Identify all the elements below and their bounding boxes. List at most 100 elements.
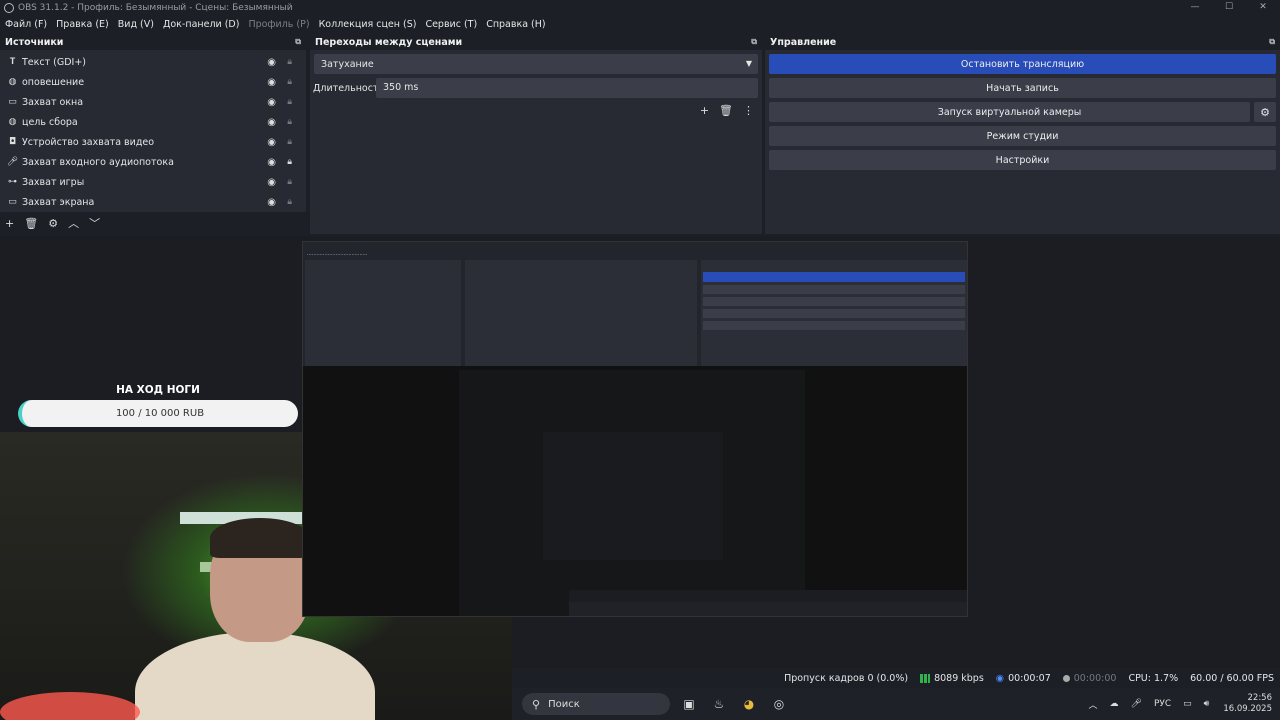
- virtual-camera-gear-icon[interactable]: ⚙: [1254, 102, 1276, 122]
- obs-logo-icon: [4, 2, 14, 13]
- settings-button[interactable]: Настройки: [769, 150, 1276, 170]
- more-options-icon[interactable]: ⋮: [743, 104, 754, 117]
- start-virtual-camera-button[interactable]: Запуск виртуальной камеры: [769, 102, 1250, 122]
- maximize-button[interactable]: ☐: [1212, 0, 1246, 15]
- source-item[interactable]: 🎤︎ Захват входного аудиопотока ◉ 🔒︎: [0, 152, 306, 172]
- visibility-eye-icon[interactable]: ◉: [267, 177, 276, 188]
- monitor-icon: ▭: [8, 197, 17, 207]
- transition-toolbar: + 🗑︎ ⋮: [690, 104, 754, 117]
- cloud-icon[interactable]: ☁: [1110, 699, 1119, 709]
- nested-button: [703, 309, 965, 318]
- stream-timer: ◉ 00:00:07: [996, 673, 1051, 684]
- stream-icon: ◉: [995, 672, 1005, 684]
- transitions-dock: Переходы между сценами ⧉ Затухание ▼ Дли…: [310, 34, 762, 234]
- lock-icon[interactable]: 🔒︎: [287, 137, 292, 147]
- start-record-button[interactable]: Начать запись: [769, 78, 1276, 98]
- undock-icon[interactable]: ⧉: [295, 37, 301, 47]
- obs-taskbar-icon[interactable]: ◎: [768, 693, 790, 715]
- menu-docks[interactable]: Док-панели (D): [163, 19, 239, 30]
- close-button[interactable]: ✕: [1246, 0, 1280, 15]
- nested-obs-capture: ······································: [302, 241, 968, 617]
- window-titlebar: OBS 31.1.2 - Профиль: Безымянный - Сцены…: [0, 0, 1280, 15]
- add-transition-icon[interactable]: +: [700, 104, 709, 117]
- lock-icon[interactable]: 🔒︎: [287, 57, 292, 67]
- source-label: цель сбора: [22, 116, 78, 128]
- microphone-icon: 🎤︎: [6, 157, 19, 167]
- nested-sources-panel: [305, 260, 461, 366]
- source-label: Захват окна: [22, 96, 84, 108]
- menu-file[interactable]: Файл (F): [5, 19, 47, 30]
- undock-icon[interactable]: ⧉: [751, 37, 757, 47]
- window-title: OBS 31.1.2 - Профиль: Безымянный - Сцены…: [18, 2, 293, 13]
- studio-mode-button[interactable]: Режим студии: [769, 126, 1276, 146]
- volume-icon[interactable]: 🔊︎: [1204, 699, 1210, 709]
- transition-select[interactable]: Затухание ▼: [314, 54, 758, 74]
- visibility-eye-icon[interactable]: ◉: [267, 117, 276, 128]
- windows-taskbar: ⚲ Поиск ▣ ♨ ◕ ◎ ︿ ☁ 🎤︎ РУС ▭ 🔊︎ 22:56 16…: [512, 688, 1280, 720]
- window-icon: ▭: [8, 97, 17, 107]
- menu-profile[interactable]: Профиль (P): [248, 19, 309, 30]
- stop-stream-button[interactable]: Остановить трансляцию: [769, 54, 1276, 74]
- minimize-button[interactable]: —: [1178, 0, 1212, 15]
- task-view-icon[interactable]: ▣: [678, 693, 700, 715]
- visibility-eye-icon[interactable]: ◉: [267, 157, 276, 168]
- taskbar-clock[interactable]: 22:56 16.09.2025: [1223, 693, 1272, 715]
- visibility-eye-icon[interactable]: ◉: [267, 197, 276, 208]
- transitions-dock-header: Переходы между сценами ⧉: [310, 34, 762, 50]
- nested-button: [703, 297, 965, 306]
- source-item[interactable]: ▭ Захват окна ◉ 🔒︎: [0, 92, 306, 112]
- menu-scene-collection[interactable]: Коллекция сцен (S): [319, 19, 417, 30]
- remove-transition-icon[interactable]: 🗑︎: [719, 104, 733, 117]
- language-indicator[interactable]: РУС: [1154, 699, 1171, 709]
- source-label: Устройство захвата видео: [22, 136, 155, 148]
- lock-icon[interactable]: 🔒︎: [287, 77, 292, 87]
- globe-icon: ◍: [8, 77, 17, 87]
- webcam-person-body: [135, 632, 375, 720]
- source-item[interactable]: 𝐓 Текст (GDI+) ◉ 🔒︎: [0, 52, 306, 72]
- donation-goal-bar: 100 / 10 000 RUB: [18, 400, 298, 427]
- visibility-eye-icon[interactable]: ◉: [267, 137, 276, 148]
- move-down-icon[interactable]: ﹀: [89, 215, 100, 231]
- remove-source-icon[interactable]: 🗑︎: [24, 217, 38, 230]
- source-item[interactable]: ⊶ Захват игры ◉ 🔒︎: [0, 172, 306, 192]
- visibility-eye-icon[interactable]: ◉: [267, 77, 276, 88]
- add-source-icon[interactable]: +: [5, 217, 14, 230]
- microphone-tray-icon[interactable]: 🎤︎: [1131, 699, 1142, 709]
- move-up-icon[interactable]: ︿: [68, 215, 79, 231]
- source-item[interactable]: ▭ Захват экрана ◉ 🔒︎: [0, 192, 306, 212]
- lock-icon[interactable]: 🔒︎: [287, 197, 292, 207]
- tray-expand-icon[interactable]: ︿: [1088, 698, 1097, 711]
- menu-view[interactable]: Вид (V): [118, 19, 154, 30]
- network-icon[interactable]: ▭: [1183, 699, 1192, 709]
- cpu-usage: CPU: 1.7%: [1128, 672, 1179, 684]
- taskbar-search[interactable]: ⚲ Поиск: [522, 693, 670, 715]
- nested-stop-button: [703, 272, 965, 282]
- menu-help[interactable]: Справка (H): [486, 19, 545, 30]
- fps-counter: 60.00 / 60.00 FPS: [1190, 672, 1274, 684]
- visibility-eye-icon[interactable]: ◉: [267, 57, 276, 68]
- status-bar: Пропуск кадров 0 (0.0%) 8089 kbps ◉ 00:0…: [512, 668, 1280, 688]
- lock-icon[interactable]: 🔒︎: [287, 117, 292, 127]
- menu-tools[interactable]: Сервис (T): [425, 19, 477, 30]
- steam-icon[interactable]: ♨: [708, 693, 730, 715]
- source-label: Текст (GDI+): [22, 56, 87, 68]
- source-item[interactable]: ◘ Устройство захвата видео ◉ 🔒︎: [0, 132, 306, 152]
- source-item[interactable]: ◍ оповешение ◉ 🔒︎: [0, 72, 306, 92]
- chrome-icon[interactable]: ◕: [738, 693, 760, 715]
- undock-icon[interactable]: ⧉: [1269, 37, 1275, 47]
- source-properties-gear-icon[interactable]: ⚙: [48, 217, 58, 230]
- bitrate-indicator: 8089 kbps: [920, 673, 984, 684]
- nested-obs-window: ······································: [303, 242, 967, 366]
- lock-icon[interactable]: 🔒︎: [287, 157, 292, 167]
- visibility-eye-icon[interactable]: ◉: [267, 97, 276, 108]
- duration-input[interactable]: 350 ms: [376, 78, 758, 98]
- lock-icon[interactable]: 🔒︎: [287, 177, 292, 187]
- gamepad-icon: ⊶: [8, 177, 17, 187]
- bitrate-value: 8089 kbps: [934, 672, 984, 684]
- lock-icon[interactable]: 🔒︎: [287, 97, 292, 107]
- menu-edit[interactable]: Правка (E): [56, 19, 109, 30]
- dropped-frames: Пропуск кадров 0 (0.0%): [784, 672, 909, 684]
- nested-menu-text: ······································: [307, 252, 368, 258]
- virtual-camera-row: Запуск виртуальной камеры ⚙: [769, 102, 1276, 122]
- source-item[interactable]: ◍ цель сбора ◉ 🔒︎: [0, 112, 306, 132]
